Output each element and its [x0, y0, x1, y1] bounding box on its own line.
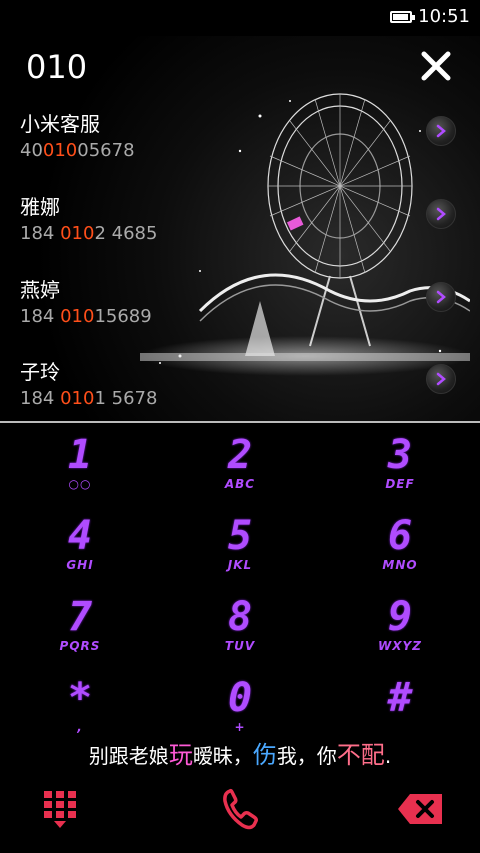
dialpad-toggle-button[interactable]: [30, 779, 90, 839]
key-2[interactable]: 2 ABC: [160, 423, 320, 503]
contact-name: 子玲: [20, 360, 60, 384]
contact-row[interactable]: 燕婷 184 01015689: [0, 274, 480, 352]
key-6[interactable]: 6 MNO: [320, 504, 480, 584]
key-8[interactable]: 8 TUV: [160, 585, 320, 665]
key-0[interactable]: 0 +: [160, 666, 320, 746]
chevron-right-icon: [436, 124, 446, 138]
close-icon[interactable]: [418, 48, 454, 84]
battery-icon: [390, 10, 416, 23]
status-bar: 10:51: [0, 0, 480, 36]
phone-icon: [223, 788, 258, 830]
chevron-right-icon: [436, 372, 446, 386]
key-star[interactable]: *,: [0, 666, 160, 746]
contact-number: 184 0102 4685: [20, 223, 158, 244]
key-1[interactable]: 1 ○○: [0, 423, 160, 503]
chevron-right-icon: [436, 290, 446, 304]
contact-detail-button[interactable]: [426, 364, 456, 394]
key-7[interactable]: 7 PQRS: [0, 585, 160, 665]
key-9[interactable]: 9 WXYZ: [320, 585, 480, 665]
delete-button[interactable]: [390, 779, 450, 839]
call-button[interactable]: [210, 779, 270, 839]
dial-input[interactable]: 010: [26, 48, 87, 86]
key-3[interactable]: 3 DEF: [320, 423, 480, 503]
contact-number: 184 0101 5678: [20, 388, 158, 409]
dialpad-icon: [44, 791, 76, 828]
contact-number: 184 01015689: [20, 306, 152, 327]
contact-name: 燕婷: [20, 278, 60, 302]
contact-detail-button[interactable]: [426, 116, 456, 146]
contact-detail-button[interactable]: [426, 199, 456, 229]
contact-detail-button[interactable]: [426, 282, 456, 312]
status-time: 10:51: [418, 6, 470, 27]
contact-number: 4001005678: [20, 140, 135, 161]
contact-row[interactable]: 小米客服 4001005678: [0, 108, 480, 186]
chevron-right-icon: [436, 207, 446, 221]
contact-name: 小米客服: [20, 112, 100, 136]
search-results: 010 小米客服 4001005678 雅娜 184 0102 4685 燕婷 …: [0, 36, 480, 422]
contact-row[interactable]: 子玲 184 0101 5678: [0, 356, 480, 422]
contact-name: 雅娜: [20, 195, 60, 219]
voicemail-icon: ○○: [68, 477, 92, 491]
contact-row[interactable]: 雅娜 184 0102 4685: [0, 191, 480, 269]
backspace-icon: [398, 794, 442, 824]
key-pound[interactable]: #: [320, 666, 480, 746]
key-5[interactable]: 5 JKL: [160, 504, 320, 584]
key-4[interactable]: 4 GHI: [0, 504, 160, 584]
action-bar: [0, 765, 480, 853]
